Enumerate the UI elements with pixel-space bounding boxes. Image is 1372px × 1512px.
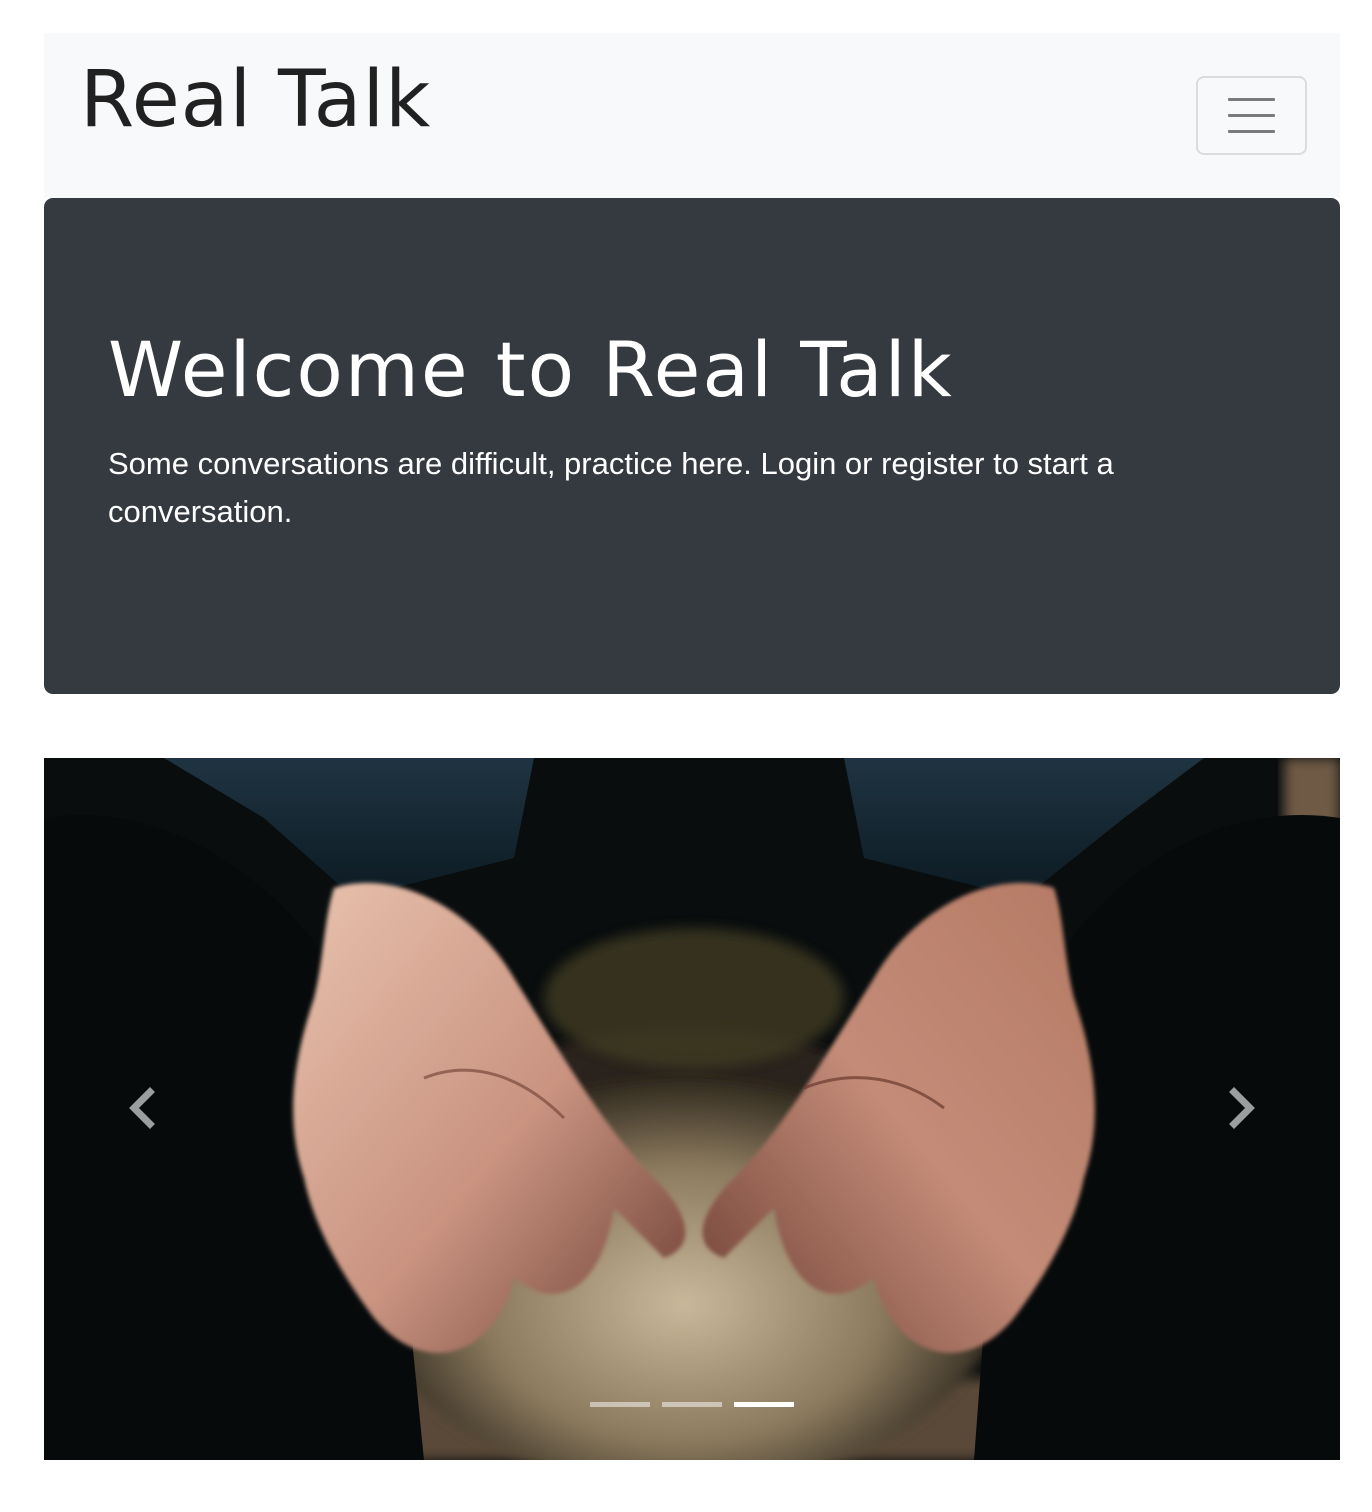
brand-link[interactable]: Real Talk: [80, 61, 431, 139]
hamburger-menu-icon: [1228, 98, 1275, 101]
navbar: Real Talk: [44, 33, 1340, 198]
chevron-left-icon: [129, 1087, 155, 1129]
hamburger-menu-icon-line: [1228, 114, 1275, 117]
page-title: Welcome to Real Talk: [108, 325, 954, 414]
carousel-next-button[interactable]: [1212, 1078, 1272, 1138]
carousel-indicator-1[interactable]: [590, 1402, 650, 1407]
chevron-right-icon: [1229, 1087, 1255, 1129]
image-carousel: [44, 758, 1340, 1460]
carousel-slide-image: [44, 758, 1340, 1460]
jumbotron: Welcome to Real Talk Some conversations …: [44, 198, 1340, 694]
lead-text: Some conversations are difficult, practi…: [108, 446, 1114, 529]
carousel-prev-button[interactable]: [112, 1078, 172, 1138]
hamburger-menu-icon-line: [1228, 130, 1275, 133]
carousel-indicator-2[interactable]: [662, 1402, 722, 1407]
carousel-indicator-3-active[interactable]: [734, 1402, 794, 1407]
navbar-toggler-button[interactable]: [1196, 76, 1307, 155]
